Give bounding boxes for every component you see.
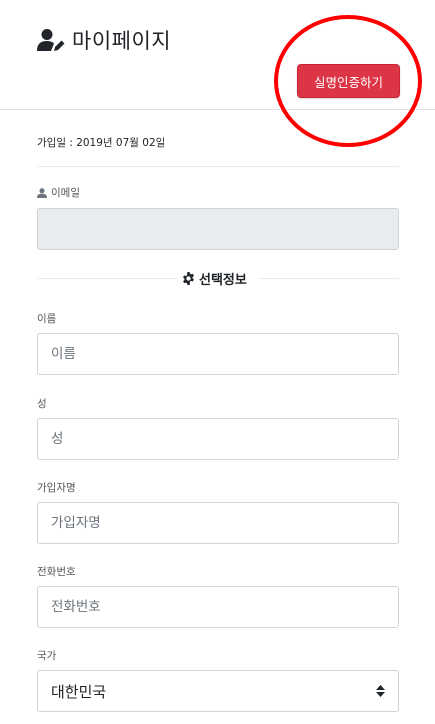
country-selected-value: 대한민국 — [51, 682, 107, 701]
last-name-label: 성 — [37, 398, 47, 410]
country-select[interactable]: 대한민국 — [37, 670, 399, 712]
last-name-field[interactable] — [37, 418, 399, 460]
optional-info-heading: 선택정보 — [182, 269, 247, 288]
optional-info-title: 선택정보 — [199, 273, 247, 288]
phone-field[interactable] — [37, 586, 399, 628]
page-title: 마이페이지 — [72, 29, 172, 53]
page-header: 마이페이지 실명인증하기 — [0, 0, 435, 110]
page-title-group: 마이페이지 — [37, 25, 171, 55]
section-divider-left — [37, 278, 177, 279]
subscriber-name-label: 가입자명 — [37, 482, 76, 494]
join-date: 가입일 : 2019년 07월 02일 — [37, 137, 166, 149]
subscriber-name-field[interactable] — [37, 502, 399, 544]
user-icon — [37, 187, 47, 198]
real-name-verify-button[interactable]: 실명인증하기 — [297, 64, 400, 98]
sort-icon — [376, 685, 385, 697]
first-name-field[interactable] — [37, 333, 399, 375]
phone-label: 전화번호 — [37, 566, 76, 578]
first-name-label: 이름 — [37, 313, 57, 325]
email-label: 이메일 — [37, 185, 80, 200]
country-label: 국가 — [37, 650, 57, 662]
section-divider-right — [258, 278, 399, 279]
email-field — [37, 208, 399, 250]
gear-icon — [183, 272, 194, 285]
divider — [37, 166, 399, 167]
email-label-text: 이메일 — [51, 187, 80, 199]
user-edit-icon — [37, 29, 65, 51]
